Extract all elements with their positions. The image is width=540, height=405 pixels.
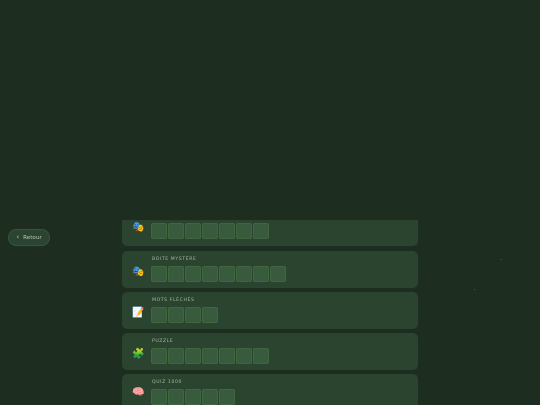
decorative-dot: [474, 289, 475, 290]
theater-masks-icon: 🎭: [132, 266, 145, 277]
letter-tile: [202, 348, 218, 364]
game-card-title: PUZZLE: [152, 339, 174, 344]
letter-tile: [202, 307, 218, 323]
back-button-label: Retour: [23, 234, 42, 241]
letter-tile: [219, 348, 235, 364]
letter-tile: [219, 389, 235, 405]
letter-tile: [151, 266, 167, 282]
letter-tile: [236, 266, 252, 282]
theater-masks-icon: 🎭: [132, 222, 145, 233]
letter-tile: [219, 223, 235, 239]
letter-tile: [168, 266, 184, 282]
game-card-title: BOITE MYSTÈRE: [152, 257, 197, 262]
game-card-quiz-1000[interactable]: QUIZ 1000 🧠: [122, 374, 418, 405]
game-card-boite-mystere[interactable]: BOITE MYSTÈRE 🎭: [122, 251, 418, 288]
tile-row: [151, 307, 218, 323]
letter-tile: [185, 389, 201, 405]
letter-tile: [185, 223, 201, 239]
letter-tile: [185, 348, 201, 364]
letter-tile: [253, 348, 269, 364]
letter-tile: [185, 307, 201, 323]
letter-tile: [236, 348, 252, 364]
puzzle-piece-icon: 🧩: [132, 348, 145, 359]
tile-row: [151, 223, 269, 239]
letter-tile: [151, 223, 167, 239]
letter-tile: [202, 266, 218, 282]
game-card[interactable]: 🎭: [122, 220, 418, 246]
letter-tile: [185, 266, 201, 282]
decorative-dot: [501, 259, 502, 260]
letter-tile: [253, 266, 269, 282]
letter-tile: [219, 266, 235, 282]
letter-tile: [168, 389, 184, 405]
letter-tile: [168, 223, 184, 239]
letter-tile: [168, 348, 184, 364]
letter-tile: [151, 389, 167, 405]
letter-tile: [168, 307, 184, 323]
letter-tile: [202, 223, 218, 239]
letter-tile: [270, 266, 286, 282]
tile-row: [151, 266, 286, 282]
chevron-left-icon: ‹: [16, 233, 20, 241]
game-card-mots-fleches[interactable]: MOTS FLÉCHÉS 📝: [122, 292, 418, 329]
brain-icon: 🧠: [132, 387, 145, 398]
game-card-puzzle[interactable]: PUZZLE 🧩: [122, 333, 418, 370]
memo-icon: 📝: [132, 307, 145, 318]
game-screen: ‹ Retour 🎭 BOITE MYSTÈRE 🎭 MOTS FLÉCHÉS …: [0, 0, 540, 405]
back-button[interactable]: ‹ Retour: [8, 229, 50, 246]
letter-tile: [253, 223, 269, 239]
letter-tile: [236, 223, 252, 239]
game-card-title: QUIZ 1000: [152, 380, 183, 385]
letter-tile: [202, 389, 218, 405]
letter-tile: [151, 348, 167, 364]
tile-row: [151, 389, 235, 405]
tile-row: [151, 348, 269, 364]
letter-tile: [151, 307, 167, 323]
game-card-title: MOTS FLÉCHÉS: [152, 298, 195, 303]
